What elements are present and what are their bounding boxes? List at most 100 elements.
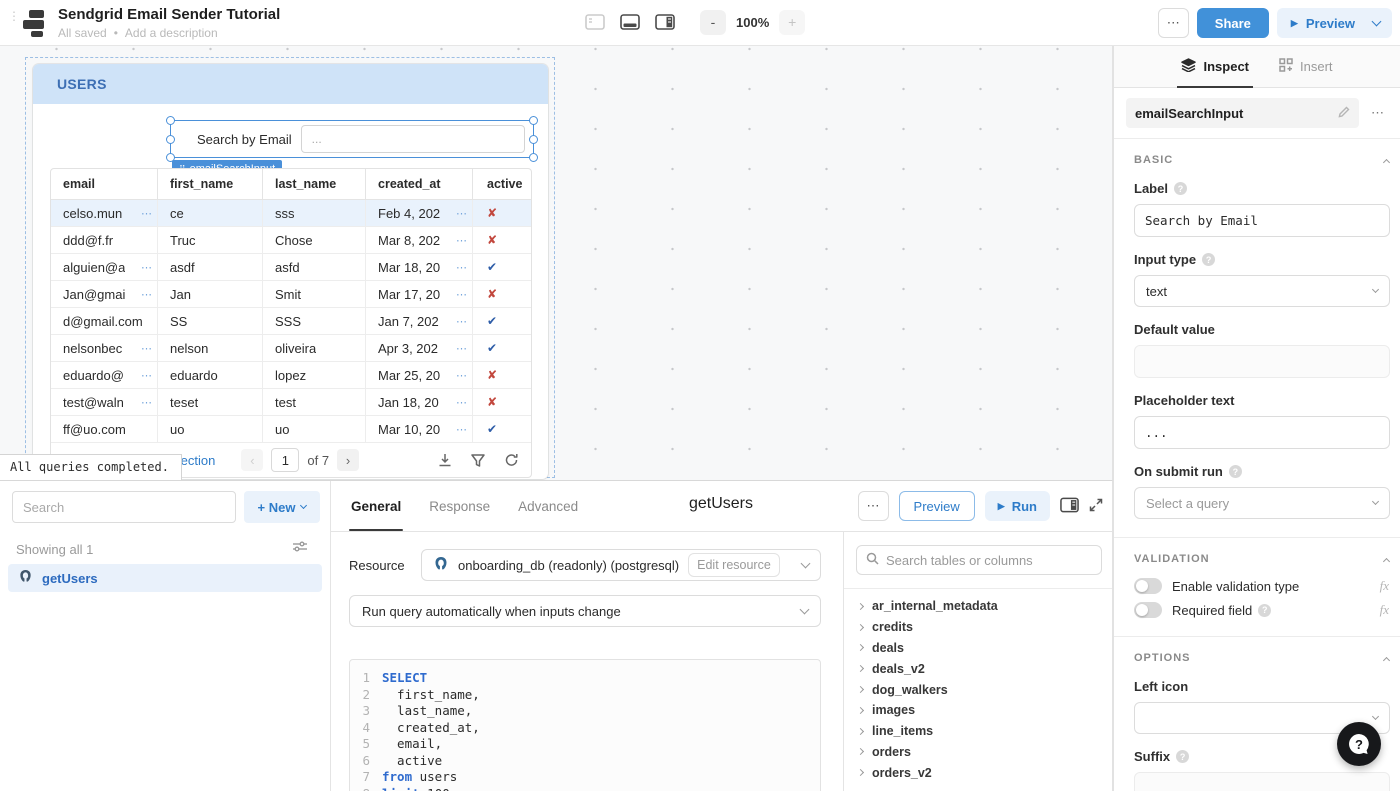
cell-overflow-icon[interactable]: ⋯ [141, 261, 152, 274]
table-cell[interactable]: alguien@a⋯ [51, 254, 158, 280]
tab-advanced[interactable]: Advanced [518, 481, 578, 531]
table-cell[interactable]: Mar 17, 20⋯ [366, 281, 473, 307]
table-cell[interactable]: Mar 10, 20⋯ [366, 416, 473, 442]
active-cell[interactable]: ✘ [473, 200, 531, 226]
cell-overflow-icon[interactable]: ⋯ [456, 342, 467, 355]
resource-select[interactable]: onboarding_db (readonly) (postgresql) Ed… [421, 549, 821, 581]
table-cell[interactable]: Apr 3, 202⋯ [366, 335, 473, 361]
table-cell[interactable]: SSS [263, 308, 366, 334]
column-header[interactable]: active [473, 169, 531, 199]
zoom-out-button[interactable]: - [700, 10, 726, 35]
page-number-input[interactable] [271, 448, 299, 472]
schema-table-item[interactable]: orders [844, 742, 1113, 763]
sql-line[interactable]: 6 active [350, 753, 820, 770]
table-cell[interactable]: test [263, 389, 366, 415]
table-cell[interactable]: Chose [263, 227, 366, 253]
schema-table-item[interactable]: deals [844, 638, 1113, 659]
table-cell[interactable]: asfd [263, 254, 366, 280]
cell-overflow-icon[interactable]: ⋯ [456, 207, 467, 220]
table-cell[interactable]: sss [263, 200, 366, 226]
next-page-button[interactable]: › [337, 449, 359, 471]
resize-handle[interactable] [166, 116, 175, 125]
table-cell[interactable]: lopez [263, 362, 366, 388]
input-type-select[interactable]: text [1134, 275, 1390, 307]
edit-resource-button[interactable]: Edit resource [688, 553, 780, 577]
table-row[interactable]: d@gmail.comSSSSSJan 7, 202⋯✔ [51, 308, 531, 335]
cell-overflow-icon[interactable]: ⋯ [456, 261, 467, 274]
table-cell[interactable]: Smit [263, 281, 366, 307]
table-cell[interactable]: Jan 7, 202⋯ [366, 308, 473, 334]
sql-line[interactable]: 1SELECT [350, 670, 820, 687]
table-cell[interactable]: Mar 18, 20⋯ [366, 254, 473, 280]
resize-handle[interactable] [529, 153, 538, 162]
table-cell[interactable]: Mar 8, 202⋯ [366, 227, 473, 253]
cell-overflow-icon[interactable]: ⋯ [141, 396, 152, 409]
table-cell[interactable]: Jan@gmai⋯ [51, 281, 158, 307]
query-search-input[interactable] [12, 491, 236, 523]
table-cell[interactable]: oliveira [263, 335, 366, 361]
query-preview-button[interactable]: Preview [899, 491, 975, 521]
table-cell[interactable]: d@gmail.com [51, 308, 158, 334]
active-cell[interactable]: ✔ [473, 335, 531, 361]
table-row[interactable]: eduardo@⋯eduardolopezMar 25, 20⋯✘ [51, 362, 531, 389]
placeholder-text-input[interactable]: ... [1134, 416, 1390, 449]
sql-line[interactable]: 4 created_at, [350, 720, 820, 737]
cell-overflow-icon[interactable]: ⋯ [456, 423, 467, 436]
schema-table-item[interactable]: line_items [844, 721, 1113, 742]
collapse-icon[interactable] [1383, 557, 1390, 564]
table-cell[interactable]: Mar 25, 20⋯ [366, 362, 473, 388]
cell-overflow-icon[interactable]: ⋯ [456, 369, 467, 382]
column-header[interactable]: created_at [366, 169, 473, 199]
table-cell[interactable]: SS [158, 308, 263, 334]
active-cell[interactable]: ✘ [473, 362, 531, 388]
schema-table-item[interactable]: credits [844, 617, 1113, 638]
cell-overflow-icon[interactable]: ⋯ [456, 288, 467, 301]
fx-icon[interactable]: fx [1380, 602, 1389, 618]
preview-button[interactable]: ▶ Preview [1277, 8, 1392, 38]
sql-editor[interactable]: 1SELECT2 first_name,3 last_name,4 create… [349, 659, 821, 791]
filter-icon[interactable] [471, 454, 485, 467]
component-more-button[interactable]: ⋯ [1367, 105, 1388, 121]
table-cell[interactable]: teset [158, 389, 263, 415]
sql-line[interactable]: 8limit 100 [350, 786, 820, 791]
cell-overflow-icon[interactable]: ⋯ [456, 396, 467, 409]
query-more-button[interactable]: ⋯ [858, 491, 889, 521]
tab-inspect[interactable]: Inspect [1181, 46, 1249, 88]
share-button[interactable]: Share [1197, 8, 1269, 38]
users-table[interactable]: emailfirst_namelast_namecreated_atactive… [50, 168, 532, 478]
cell-overflow-icon[interactable]: ⋯ [141, 207, 152, 220]
table-cell[interactable]: Feb 4, 202⋯ [366, 200, 473, 226]
table-row[interactable]: nelsonbec⋯nelsonoliveiraApr 3, 202⋯✔ [51, 335, 531, 362]
schema-search-box[interactable] [856, 545, 1102, 575]
query-run-button[interactable]: ▶Run [985, 491, 1050, 521]
toggle-right-panel-icon[interactable] [655, 14, 675, 33]
prev-page-button[interactable]: ‹ [241, 449, 263, 471]
fx-icon[interactable]: fx [1380, 578, 1389, 594]
table-cell[interactable]: eduardo@⋯ [51, 362, 158, 388]
schema-table-item[interactable]: dog_walkers [844, 679, 1113, 700]
active-cell[interactable]: ✔ [473, 308, 531, 334]
table-cell[interactable]: nelson [158, 335, 263, 361]
sql-line[interactable]: 7from users [350, 769, 820, 786]
help-button[interactable]: ? [1337, 722, 1381, 766]
resize-handle[interactable] [529, 135, 538, 144]
table-cell[interactable]: eduardo [158, 362, 263, 388]
sql-line[interactable]: 5 email, [350, 736, 820, 753]
default-value-input[interactable] [1134, 345, 1390, 378]
table-row[interactable]: Jan@gmai⋯JanSmitMar 17, 20⋯✘ [51, 281, 531, 308]
table-cell[interactable]: celso.mun⋯ [51, 200, 158, 226]
table-cell[interactable]: uo [158, 416, 263, 442]
email-search-input[interactable]: ... [301, 125, 525, 153]
run-mode-select[interactable]: Run query automatically when inputs chan… [349, 595, 821, 627]
column-header[interactable]: last_name [263, 169, 366, 199]
toggle-side-panel-icon[interactable] [1060, 497, 1079, 516]
table-cell[interactable]: ce [158, 200, 263, 226]
cell-overflow-icon[interactable]: ⋯ [141, 369, 152, 382]
table-row[interactable]: alguien@a⋯asdfasfdMar 18, 20⋯✔ [51, 254, 531, 281]
table-cell[interactable]: Truc [158, 227, 263, 253]
cell-overflow-icon[interactable]: ⋯ [456, 234, 467, 247]
refresh-icon[interactable] [504, 453, 519, 467]
collapse-icon[interactable] [1383, 158, 1390, 165]
schema-table-item[interactable]: deals_v2 [844, 658, 1113, 679]
component-name-box[interactable]: emailSearchInput [1126, 98, 1359, 128]
